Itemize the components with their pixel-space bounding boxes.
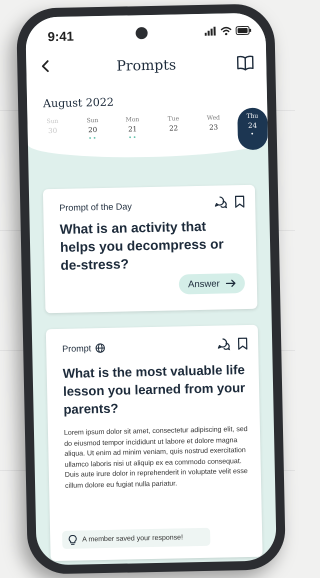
chat-icon[interactable] [214, 195, 228, 209]
header-area: 9:41 Prompts August 2022 Sun 30 Sun 20 •… [25, 12, 269, 160]
prompt-card: Prompt What is the most valuable life le… [45, 324, 263, 562]
lightbulb-icon [68, 534, 77, 545]
day-date: 23 [209, 123, 219, 132]
saved-text: A member saved your response! [82, 533, 184, 543]
card-actions [217, 337, 248, 351]
day-name: Thu [246, 112, 259, 120]
app-screen: 9:41 Prompts August 2022 Sun 30 Sun 20 •… [25, 12, 277, 566]
page-title: Prompts [116, 57, 177, 75]
book-open-icon [236, 55, 254, 71]
prompt-question: What is an activity that helps you decom… [59, 218, 224, 273]
day-date: 24 [248, 121, 258, 130]
day-dots [36, 136, 70, 137]
day-dots [157, 133, 191, 134]
day-name: Tue [167, 115, 180, 123]
day-dots: •• [88, 135, 98, 143]
day-date: 21 [128, 125, 138, 134]
calendar-day[interactable]: Tue 22 [156, 115, 190, 134]
card-actions [214, 195, 245, 209]
phone-frame: 9:41 Prompts August 2022 Sun 30 Sun 20 •… [16, 3, 286, 575]
wifi-icon [220, 26, 232, 36]
day-name: Sun [46, 117, 59, 126]
arrow-right-icon [225, 279, 236, 287]
day-date: 30 [48, 126, 58, 136]
bookmark-icon[interactable] [237, 337, 248, 350]
calendar-week: Sun 30 Sun 20 •• Mon 21 •• Tue 22 Wed 23… [35, 107, 269, 159]
day-dots: • [250, 130, 256, 138]
calendar-day-selected[interactable]: Thu 24 • [237, 107, 269, 151]
prompt-of-day-card: Prompt of the Day What is an activity th… [42, 184, 258, 314]
chat-icon[interactable] [217, 337, 231, 351]
calendar-day[interactable]: Sun 20 •• [75, 117, 110, 143]
calendar-day[interactable]: Sun 30 [35, 118, 69, 137]
globe-icon [95, 343, 105, 353]
answer-label: Answer [187, 278, 220, 290]
card-label: Prompt of the Day [59, 201, 132, 213]
calendar-day[interactable]: Wed 23 [196, 114, 230, 133]
status-bar: 9:41 [25, 23, 265, 46]
saved-notice[interactable]: A member saved your response! [62, 527, 211, 549]
calendar-month: August 2022 [42, 95, 114, 111]
prompt-body: Lorem ipsum dolor sit amet, consectetur … [63, 426, 248, 490]
day-name: Mon [125, 116, 140, 124]
day-dots [197, 132, 231, 133]
day-name: Wed [206, 114, 221, 122]
day-date: 22 [169, 124, 179, 133]
bookmark-icon[interactable] [234, 195, 245, 208]
status-time: 9:41 [47, 28, 74, 45]
answer-button[interactable]: Answer [178, 273, 246, 295]
calendar-day[interactable]: Mon 21 •• [115, 116, 150, 142]
front-camera [135, 27, 148, 40]
signal-icon [204, 26, 216, 36]
card-label-row: Prompt [62, 343, 105, 354]
journal-button[interactable] [236, 55, 254, 76]
nav-header: Prompts [26, 53, 266, 82]
card-label: Prompt [62, 343, 92, 354]
day-dots: •• [128, 134, 138, 142]
day-name: Sun [86, 117, 99, 125]
status-icons [204, 25, 252, 36]
battery-icon [235, 25, 252, 36]
prompt-question: What is the most valuable life lesson yo… [62, 362, 246, 417]
day-date: 20 [88, 126, 98, 135]
